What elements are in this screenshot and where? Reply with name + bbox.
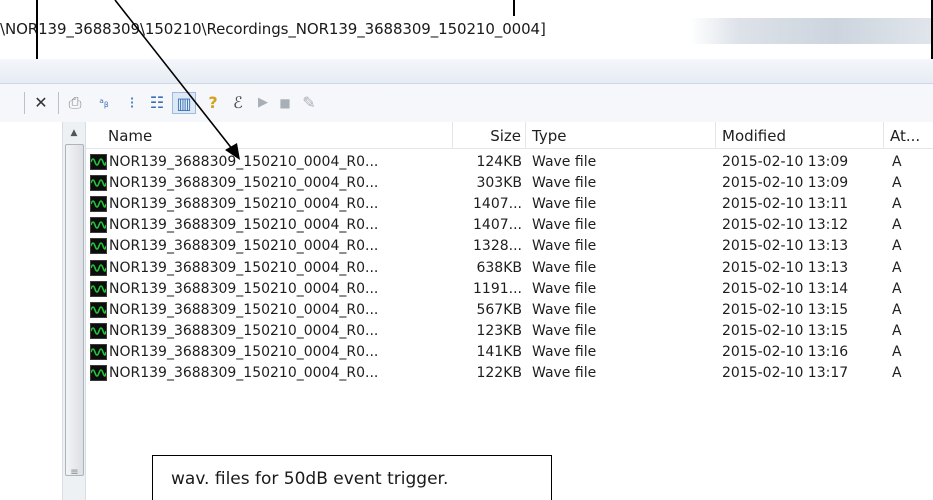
annotation-note-box: wav. files for 50dB event trigger. bbox=[152, 455, 552, 500]
annotation-arrow bbox=[114, 0, 240, 160]
annotation-note-text: wav. files for 50dB event trigger. bbox=[171, 469, 449, 489]
